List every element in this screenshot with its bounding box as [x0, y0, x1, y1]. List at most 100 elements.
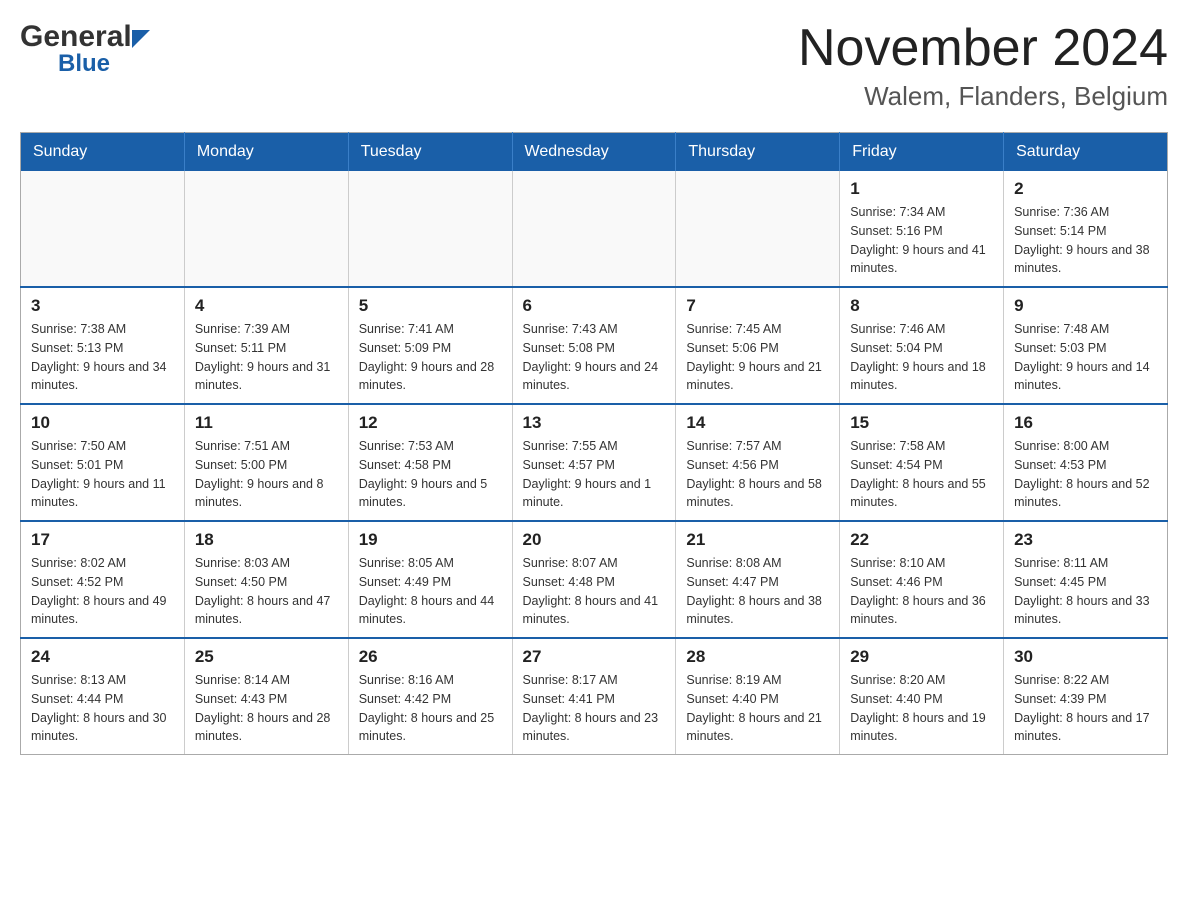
day-number: 23 [1014, 530, 1157, 550]
day-info: Sunrise: 7:53 AM Sunset: 4:58 PM Dayligh… [359, 437, 502, 512]
day-number: 3 [31, 296, 174, 316]
calendar-day: 28Sunrise: 8:19 AM Sunset: 4:40 PM Dayli… [676, 638, 840, 755]
calendar-day [676, 171, 840, 287]
calendar-day: 4Sunrise: 7:39 AM Sunset: 5:11 PM Daylig… [184, 287, 348, 404]
weekday-header-friday: Friday [840, 133, 1004, 172]
weekday-header-sunday: Sunday [21, 133, 185, 172]
day-info: Sunrise: 7:45 AM Sunset: 5:06 PM Dayligh… [686, 320, 829, 395]
day-info: Sunrise: 8:07 AM Sunset: 4:48 PM Dayligh… [523, 554, 666, 629]
calendar-day: 26 Sunrise: 8:16 AM Sunset: 4:42 PM Dayli… [348, 638, 512, 755]
day-number: 8 [850, 296, 993, 316]
day-number: 25 [195, 647, 338, 667]
day-info: Sunrise: 8:03 AM Sunset: 4:50 PM Dayligh… [195, 554, 338, 629]
day-number: 12 [359, 413, 502, 433]
weekday-header-saturday: Saturday [1004, 133, 1168, 172]
calendar-day: 15 Sunrise: 7:58 AM Sunset: 4:54 PM Dayli… [840, 404, 1004, 521]
weekday-header-tuesday: Tuesday [348, 133, 512, 172]
day-number: 6 [523, 296, 666, 316]
day-info: Sunrise: 8:02 AM Sunset: 4:52 PM Dayligh… [31, 554, 174, 629]
day-info: Sunrise: 7:58 AM Sunset: 4:54 PM Dayligh… [850, 437, 993, 512]
calendar-day: 11 Sunrise: 7:51 AM Sunset: 5:00 PM Dayli… [184, 404, 348, 521]
calendar-day: 14 Sunrise: 7:57 AM Sunset: 4:56 PM Dayli… [676, 404, 840, 521]
calendar-week-5: 24Sunrise: 8:13 AM Sunset: 4:44 PM Dayli… [21, 638, 1168, 755]
day-info: Sunrise: 7:46 AM Sunset: 5:04 PM Dayligh… [850, 320, 993, 395]
calendar-week-2: 3 Sunrise: 7:38 AM Sunset: 5:13 PM Daylig… [21, 287, 1168, 404]
day-info: Sunrise: 8:19 AM Sunset: 4:40 PM Dayligh… [686, 671, 829, 746]
calendar-day: 23 Sunrise: 8:11 AM Sunset: 4:45 PM Dayli… [1004, 521, 1168, 638]
day-info: Sunrise: 8:17 AM Sunset: 4:41 PM Dayligh… [523, 671, 666, 746]
calendar-day: 29Sunrise: 8:20 AM Sunset: 4:40 PM Dayli… [840, 638, 1004, 755]
month-title: November 2024 [798, 20, 1168, 77]
day-number: 30 [1014, 647, 1157, 667]
day-info: Sunrise: 7:51 AM Sunset: 5:00 PM Dayligh… [195, 437, 338, 512]
weekday-header-row: SundayMondayTuesdayWednesdayThursdayFrid… [21, 133, 1168, 172]
calendar-day: 18Sunrise: 8:03 AM Sunset: 4:50 PM Dayli… [184, 521, 348, 638]
day-number: 10 [31, 413, 174, 433]
day-info: Sunrise: 7:48 AM Sunset: 5:03 PM Dayligh… [1014, 320, 1157, 395]
calendar-week-3: 10 Sunrise: 7:50 AM Sunset: 5:01 PM Dayli… [21, 404, 1168, 521]
calendar-day: 25Sunrise: 8:14 AM Sunset: 4:43 PM Dayli… [184, 638, 348, 755]
calendar-day: 19Sunrise: 8:05 AM Sunset: 4:49 PM Dayli… [348, 521, 512, 638]
day-info: Sunrise: 7:50 AM Sunset: 5:01 PM Dayligh… [31, 437, 174, 512]
calendar-day [21, 171, 185, 287]
logo-general-text: General [20, 20, 132, 54]
day-number: 2 [1014, 179, 1157, 199]
calendar-table: SundayMondayTuesdayWednesdayThursdayFrid… [20, 132, 1168, 755]
calendar-day [512, 171, 676, 287]
day-info: Sunrise: 8:00 AM Sunset: 4:53 PM Dayligh… [1014, 437, 1157, 512]
page-header: General Blue November 2024 Walem, Flande… [20, 20, 1168, 112]
day-number: 26 [359, 647, 502, 667]
calendar-day: 3 Sunrise: 7:38 AM Sunset: 5:13 PM Daylig… [21, 287, 185, 404]
calendar-day: 24Sunrise: 8:13 AM Sunset: 4:44 PM Dayli… [21, 638, 185, 755]
day-number: 9 [1014, 296, 1157, 316]
calendar-day [184, 171, 348, 287]
calendar-day: 27 Sunrise: 8:17 AM Sunset: 4:41 PM Dayli… [512, 638, 676, 755]
day-number: 11 [195, 413, 338, 433]
day-number: 1 [850, 179, 993, 199]
day-number: 24 [31, 647, 174, 667]
day-info: Sunrise: 7:41 AM Sunset: 5:09 PM Dayligh… [359, 320, 502, 395]
calendar-day: 17 Sunrise: 8:02 AM Sunset: 4:52 PM Dayli… [21, 521, 185, 638]
day-number: 5 [359, 296, 502, 316]
calendar-day: 22 Sunrise: 8:10 AM Sunset: 4:46 PM Dayli… [840, 521, 1004, 638]
calendar-day: 30 Sunrise: 8:22 AM Sunset: 4:39 PM Dayli… [1004, 638, 1168, 755]
day-number: 15 [850, 413, 993, 433]
day-info: Sunrise: 7:38 AM Sunset: 5:13 PM Dayligh… [31, 320, 174, 395]
calendar-day: 2 Sunrise: 7:36 AM Sunset: 5:14 PM Daylig… [1004, 171, 1168, 287]
calendar-day [348, 171, 512, 287]
calendar-day: 5 Sunrise: 7:41 AM Sunset: 5:09 PM Daylig… [348, 287, 512, 404]
location-text: Walem, Flanders, Belgium [798, 81, 1168, 112]
calendar-day: 8 Sunrise: 7:46 AM Sunset: 5:04 PM Daylig… [840, 287, 1004, 404]
logo-blue-text: Blue [58, 50, 110, 77]
logo-arrow-icon [132, 30, 150, 48]
calendar-week-4: 17 Sunrise: 8:02 AM Sunset: 4:52 PM Dayli… [21, 521, 1168, 638]
day-number: 7 [686, 296, 829, 316]
calendar-day: 10 Sunrise: 7:50 AM Sunset: 5:01 PM Dayli… [21, 404, 185, 521]
calendar-day: 20 Sunrise: 8:07 AM Sunset: 4:48 PM Dayli… [512, 521, 676, 638]
calendar-week-1: 1Sunrise: 7:34 AM Sunset: 5:16 PM Daylig… [21, 171, 1168, 287]
weekday-header-thursday: Thursday [676, 133, 840, 172]
day-number: 17 [31, 530, 174, 550]
title-section: November 2024 Walem, Flanders, Belgium [798, 20, 1168, 112]
day-number: 4 [195, 296, 338, 316]
day-info: Sunrise: 8:22 AM Sunset: 4:39 PM Dayligh… [1014, 671, 1157, 746]
day-number: 13 [523, 413, 666, 433]
day-info: Sunrise: 7:43 AM Sunset: 5:08 PM Dayligh… [523, 320, 666, 395]
day-info: Sunrise: 7:55 AM Sunset: 4:57 PM Dayligh… [523, 437, 666, 512]
day-number: 20 [523, 530, 666, 550]
day-info: Sunrise: 7:36 AM Sunset: 5:14 PM Dayligh… [1014, 203, 1157, 278]
calendar-day: 1Sunrise: 7:34 AM Sunset: 5:16 PM Daylig… [840, 171, 1004, 287]
day-info: Sunrise: 8:10 AM Sunset: 4:46 PM Dayligh… [850, 554, 993, 629]
day-info: Sunrise: 8:05 AM Sunset: 4:49 PM Dayligh… [359, 554, 502, 629]
day-info: Sunrise: 7:57 AM Sunset: 4:56 PM Dayligh… [686, 437, 829, 512]
calendar-day: 13 Sunrise: 7:55 AM Sunset: 4:57 PM Dayli… [512, 404, 676, 521]
day-info: Sunrise: 8:16 AM Sunset: 4:42 PM Dayligh… [359, 671, 502, 746]
day-info: Sunrise: 8:08 AM Sunset: 4:47 PM Dayligh… [686, 554, 829, 629]
day-number: 29 [850, 647, 993, 667]
calendar-day: 6 Sunrise: 7:43 AM Sunset: 5:08 PM Daylig… [512, 287, 676, 404]
day-number: 27 [523, 647, 666, 667]
calendar-day: 12 Sunrise: 7:53 AM Sunset: 4:58 PM Dayli… [348, 404, 512, 521]
day-number: 22 [850, 530, 993, 550]
day-number: 14 [686, 413, 829, 433]
day-info: Sunrise: 8:11 AM Sunset: 4:45 PM Dayligh… [1014, 554, 1157, 629]
